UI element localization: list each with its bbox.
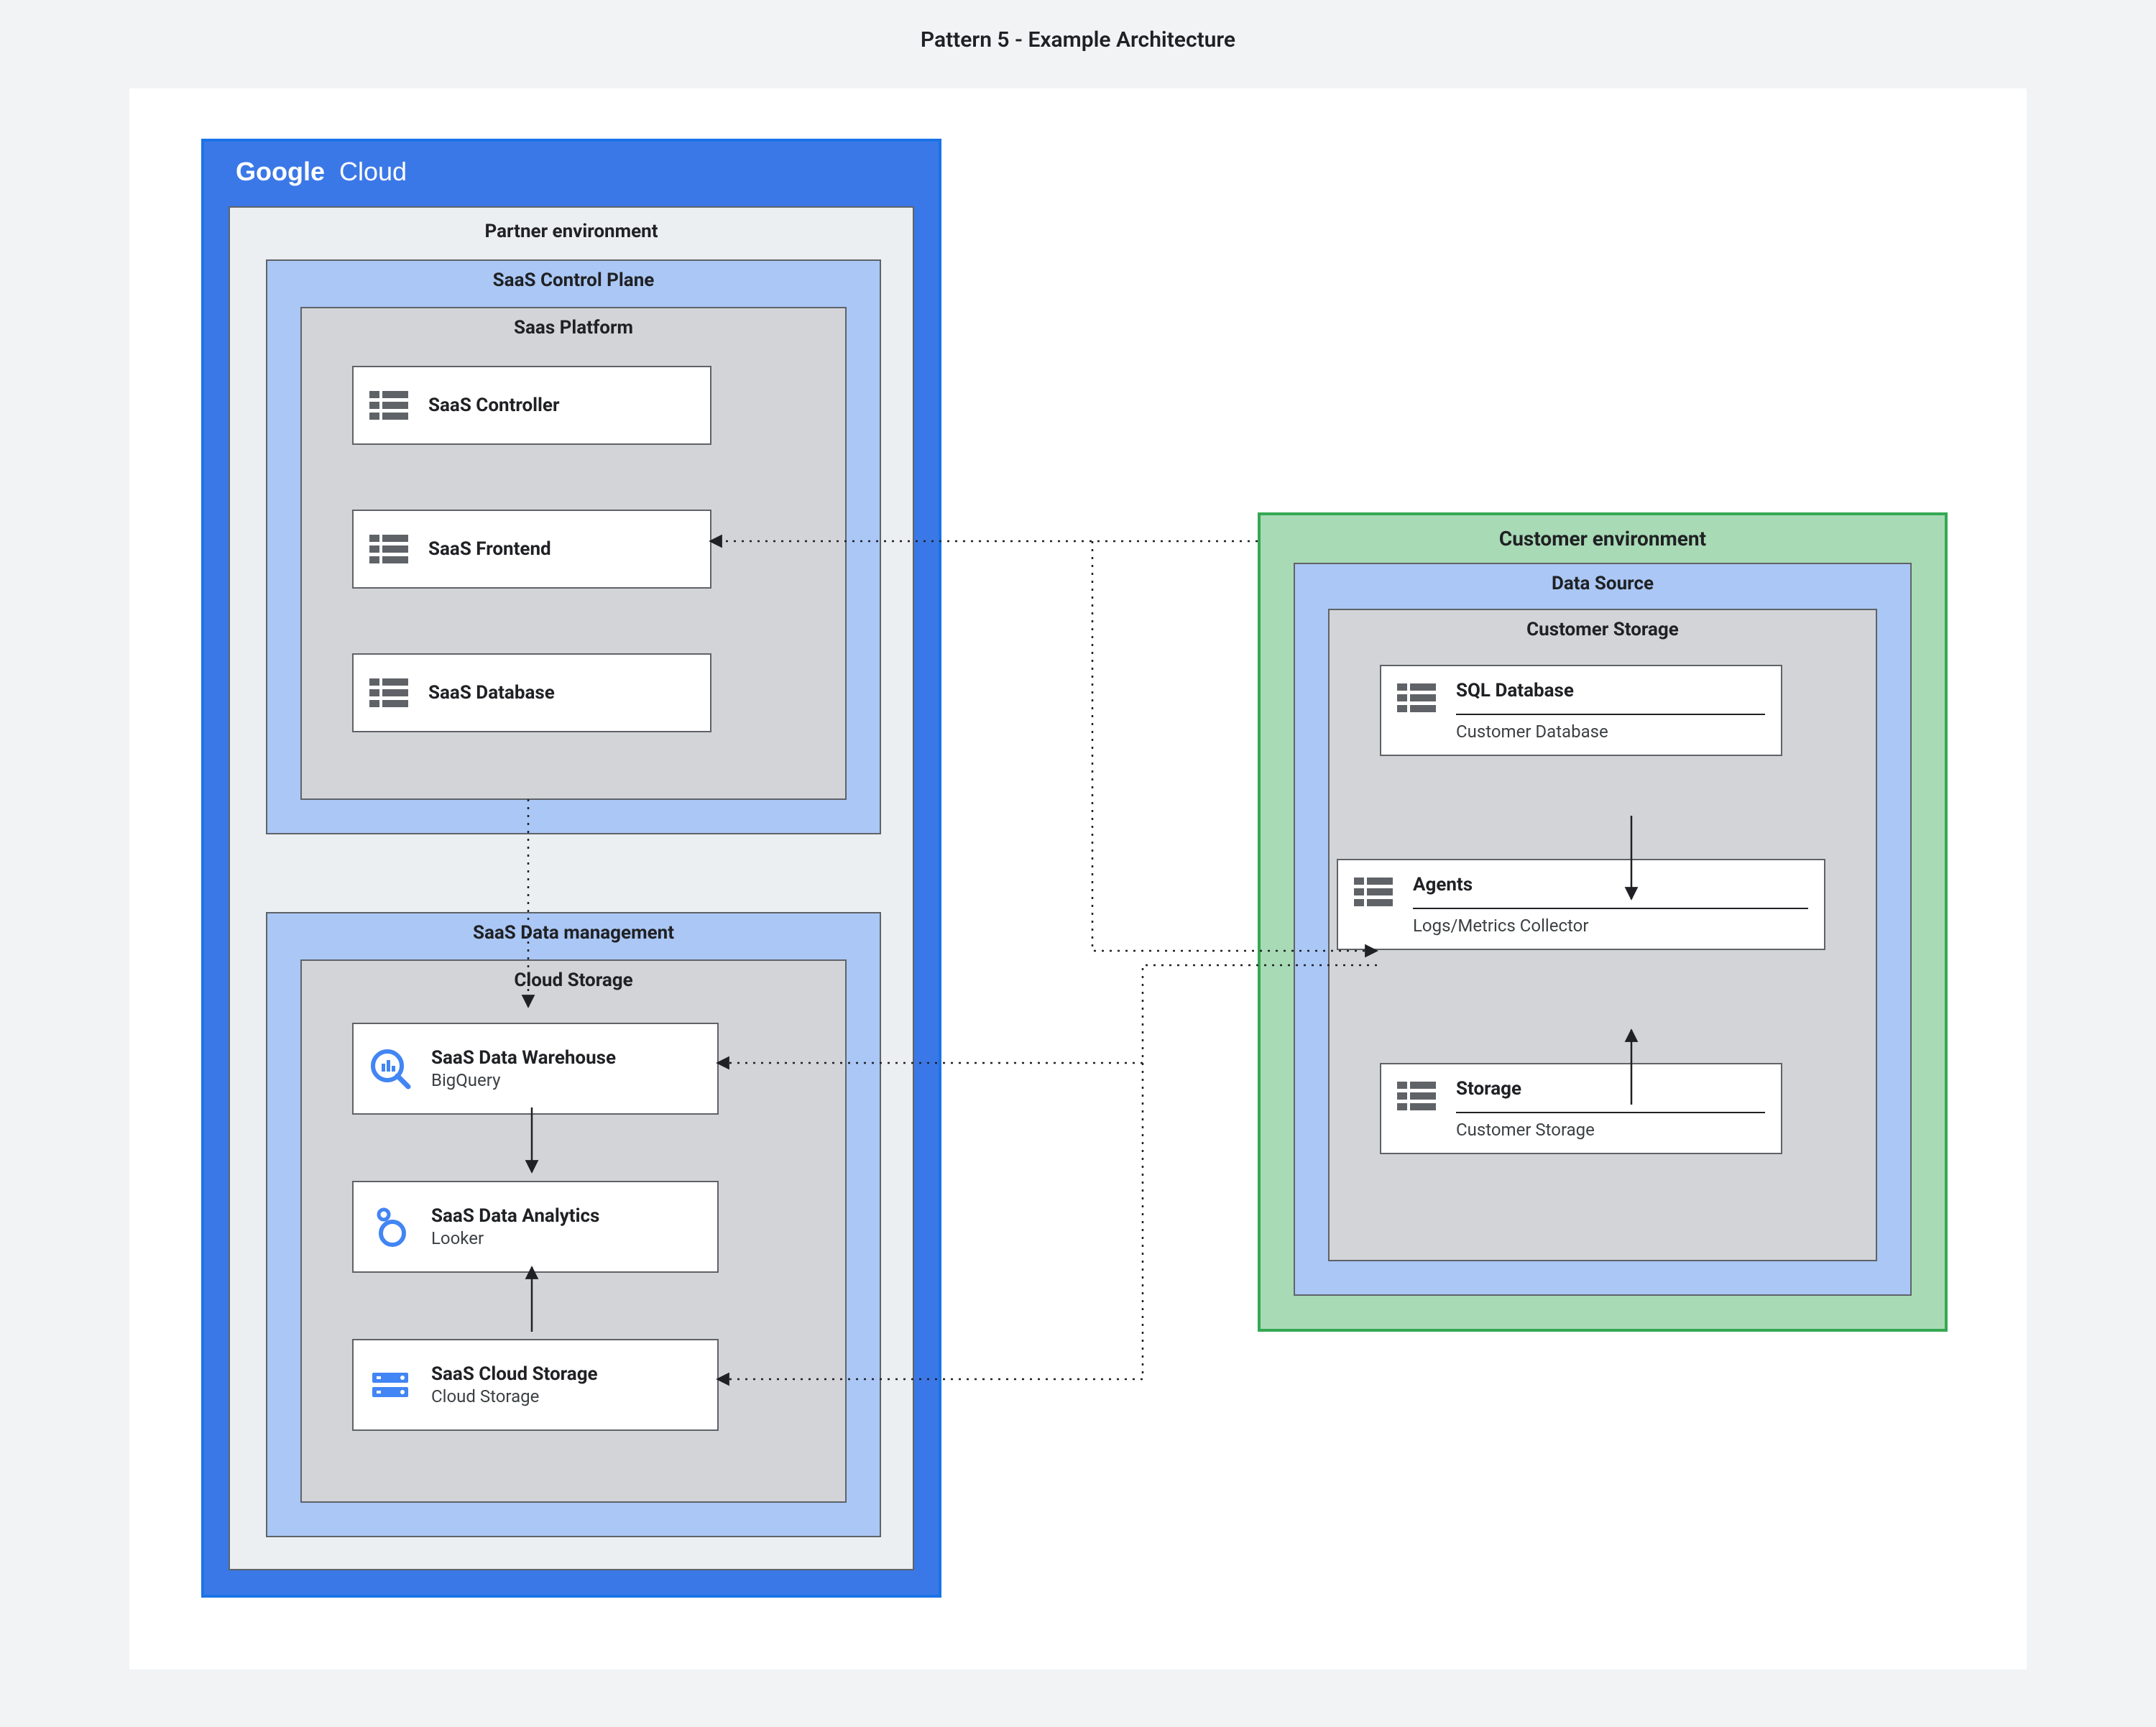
server-bars-icon xyxy=(369,390,408,421)
saas-data-management: SaaS Data management Cloud Storage SaaS … xyxy=(266,912,881,1537)
data-mgmt-label: SaaS Data management xyxy=(267,913,880,955)
cloud-storage-label: Cloud Storage xyxy=(302,961,845,1003)
customer-env-label: Customer environment xyxy=(1261,515,1945,562)
service-agents: Agents Logs/Metrics Collector xyxy=(1337,859,1825,950)
customer-environment: Customer environment Data Source Custome… xyxy=(1258,512,1948,1332)
service-saas-database: SaaS Database xyxy=(352,653,711,732)
service-data-analytics: SaaS Data Analytics Looker xyxy=(352,1181,719,1273)
google-cloud-logo: Google Cloud xyxy=(204,142,939,209)
server-bars-icon xyxy=(369,677,408,709)
service-data-warehouse: SaaS Data Warehouse BigQuery xyxy=(352,1023,719,1115)
service-saas-frontend: SaaS Frontend xyxy=(352,510,711,589)
service-storage: Storage Customer Storage xyxy=(1380,1063,1782,1154)
saas-control-plane: SaaS Control Plane Saas Platform SaaS Co… xyxy=(266,259,881,834)
looker-icon xyxy=(369,1206,411,1248)
saas-platform: Saas Platform SaaS Controller xyxy=(300,307,847,800)
storage-icon xyxy=(369,1364,411,1406)
brand-google: Google xyxy=(236,157,325,186)
divider xyxy=(1413,908,1808,909)
brand-cloud: Cloud xyxy=(339,157,407,186)
service-sql-database: SQL Database Customer Database xyxy=(1380,665,1782,756)
customer-storage-label: Customer Storage xyxy=(1330,610,1876,652)
customer-storage-group: Customer Storage SQL Database Customer D… xyxy=(1328,609,1877,1261)
service-saas-controller: SaaS Controller xyxy=(352,366,711,445)
server-bars-icon xyxy=(1397,682,1436,714)
server-bars-icon xyxy=(1354,876,1393,908)
server-bars-icon xyxy=(369,533,408,565)
svg-text:Google Cloud: Google Cloud xyxy=(236,157,407,186)
page-title: Pattern 5 - Example Architecture xyxy=(0,0,2156,88)
server-bars-icon xyxy=(1397,1080,1436,1112)
partner-environment: Partner environment SaaS Control Plane S… xyxy=(229,206,914,1570)
bigquery-icon xyxy=(369,1048,411,1090)
google-cloud-container: Google Cloud Partner environment SaaS Co… xyxy=(201,139,941,1598)
diagram-canvas: Google Cloud Partner environment SaaS Co… xyxy=(129,88,2027,1670)
partner-env-label: Partner environment xyxy=(230,208,913,254)
service-cloud-storage: SaaS Cloud Storage Cloud Storage xyxy=(352,1339,719,1431)
platform-label: Saas Platform xyxy=(302,308,845,350)
data-source-label: Data Source xyxy=(1295,564,1910,606)
control-plane-label: SaaS Control Plane xyxy=(267,261,880,303)
cloud-storage-group: Cloud Storage SaaS Data Warehouse BigQue… xyxy=(300,959,847,1503)
divider xyxy=(1456,714,1765,715)
divider xyxy=(1456,1112,1765,1113)
data-source: Data Source Customer Storage SQL Databas… xyxy=(1294,563,1912,1296)
